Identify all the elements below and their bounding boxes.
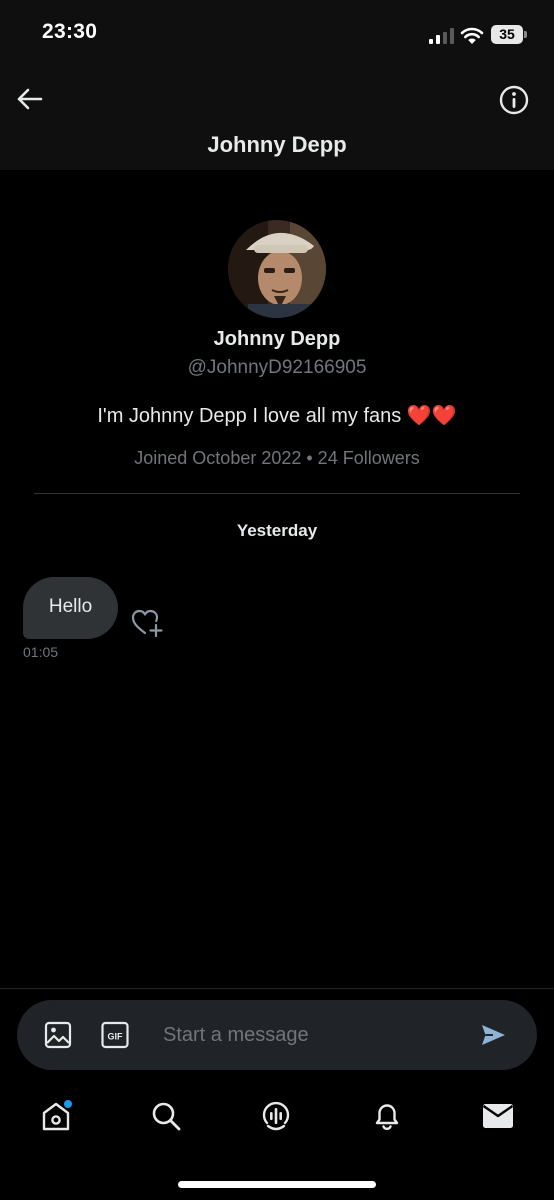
message-input[interactable] — [163, 1017, 463, 1053]
add-gif-button[interactable]: GIF — [100, 1020, 130, 1050]
message-text: Hello — [48, 596, 93, 617]
wifi-icon — [460, 27, 484, 44]
info-icon — [499, 85, 529, 115]
add-photo-button[interactable] — [43, 1020, 73, 1050]
profile-name[interactable]: Johnny Depp — [0, 328, 554, 351]
profile-meta: Joined October 2022 • 24 Followers — [134, 448, 420, 468]
battery-tip — [524, 31, 527, 38]
search-icon — [152, 1102, 181, 1131]
status-bar: 23:30 35 — [0, 0, 554, 70]
tab-home[interactable] — [36, 1096, 76, 1136]
tab-messages[interactable] — [478, 1096, 518, 1136]
conversation-header: Johnny Depp — [0, 70, 554, 170]
image-icon — [44, 1021, 72, 1049]
bell-icon — [375, 1104, 399, 1130]
send-icon — [482, 1025, 505, 1045]
profile-handle: @JohnnyD92166905 — [187, 357, 367, 378]
back-button[interactable] — [14, 84, 44, 114]
divider — [34, 493, 520, 494]
send-button[interactable] — [479, 1021, 507, 1049]
spaces-icon — [262, 1101, 290, 1131]
profile-avatar[interactable] — [228, 220, 326, 318]
battery-level: 35 — [491, 25, 523, 44]
home-indicator — [178, 1181, 376, 1188]
tab-spaces[interactable] — [256, 1096, 296, 1136]
battery-icon: 35 — [491, 25, 527, 45]
cellular-signal-icon — [429, 28, 454, 44]
date-separator: Yesterday — [236, 521, 318, 540]
message-composer: GIF — [17, 1000, 537, 1070]
home-icon — [42, 1100, 72, 1131]
gif-icon: GIF — [101, 1021, 129, 1049]
status-time: 23:30 — [42, 20, 98, 43]
heart-plus-icon — [131, 609, 163, 638]
gif-label: GIF — [108, 1032, 124, 1042]
mail-icon — [482, 1104, 514, 1128]
arrow-left-icon — [17, 88, 43, 110]
avatar-photo — [228, 220, 326, 318]
conversation-info-button[interactable] — [498, 84, 530, 116]
profile-bio: I'm Johnny Depp I love all my fans ❤️❤️ — [97, 405, 457, 427]
tab-search[interactable] — [146, 1096, 186, 1136]
message-bubble[interactable]: Hello — [23, 577, 118, 639]
tab-notifications[interactable] — [367, 1096, 407, 1136]
message-time: 01:05 — [23, 644, 59, 660]
conversation-title: Johnny Depp — [207, 132, 347, 157]
add-reaction-button[interactable] — [131, 608, 163, 638]
